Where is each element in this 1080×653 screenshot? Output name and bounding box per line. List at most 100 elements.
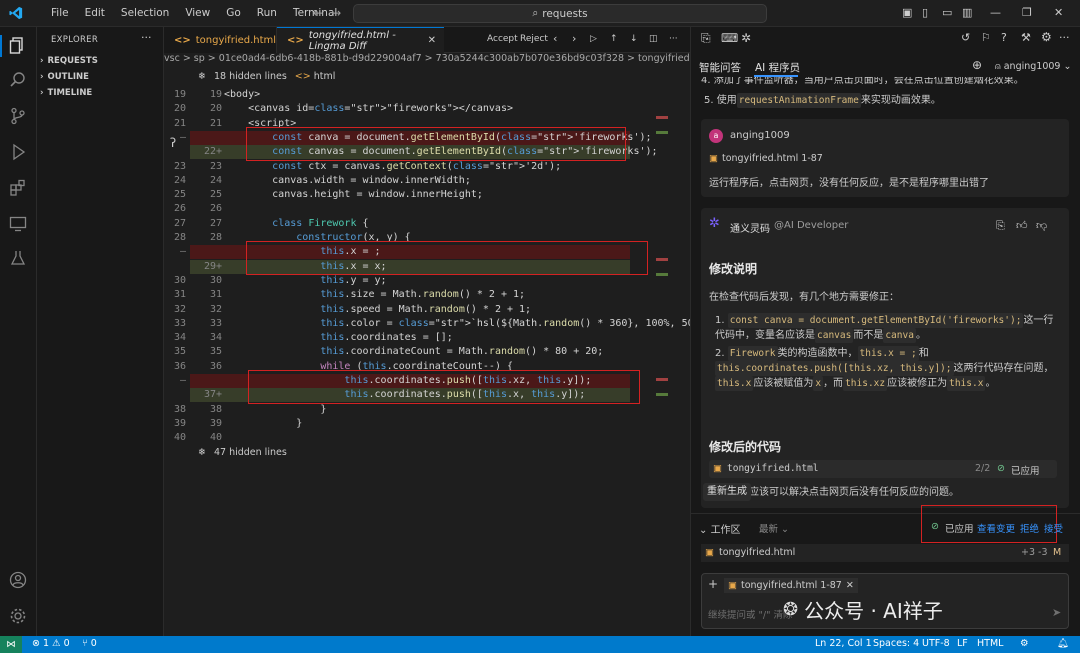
problems-count[interactable]: ⊗ 1 ⚠ 0: [32, 638, 70, 649]
menu-selection[interactable]: Selection: [113, 7, 177, 19]
explorer-icon[interactable]: [9, 37, 27, 55]
remote-explorer-icon[interactable]: [9, 215, 27, 233]
workspace-file-row[interactable]: ▣ tongyifried.html +3 -3 M: [701, 544, 1069, 562]
tab-lingma-diff[interactable]: <> tongyifried.html - Lingma Diff ✕: [277, 27, 444, 53]
code-line[interactable]: 25 25 canvas.height = window.innerHeight;: [174, 188, 630, 202]
editor-more-icon[interactable]: ···: [669, 34, 678, 44]
reject-diff-button[interactable]: Reject: [520, 34, 548, 44]
encoding[interactable]: UTF-8: [922, 638, 950, 649]
account-icon[interactable]: [9, 571, 27, 589]
end-of-line[interactable]: LF: [957, 638, 968, 649]
panel-more-icon[interactable]: ···: [1059, 31, 1070, 44]
reject-link[interactable]: 拒绝: [1020, 521, 1039, 535]
tab-smart-qa[interactable]: 智能问答: [699, 60, 741, 75]
new-chat-icon[interactable]: ⊕: [972, 58, 982, 72]
hidden-lines-bottom[interactable]: ❄ 47 hidden lines: [198, 447, 287, 458]
code-line[interactable]: 33 33 this.color = class="str">`hsl(${Mat…: [174, 317, 718, 331]
wrench-icon[interactable]: ⚒: [1021, 31, 1031, 44]
code-line[interactable]: 34 34 this.coordinates = [];: [174, 331, 630, 345]
maximize-icon[interactable]: ❐: [1022, 6, 1032, 19]
workspace-toggle[interactable]: ⌄ 工作区: [699, 521, 741, 536]
thumbs-up-icon[interactable]: 👍︎: [1016, 219, 1028, 232]
code-line[interactable]: 27 27 class Firework {: [174, 217, 630, 231]
history-icon[interactable]: ↺: [961, 31, 970, 44]
sidebar-toggle-icon[interactable]: ▯: [922, 6, 928, 19]
feedback-icon[interactable]: ⚐: [981, 31, 991, 44]
code-line[interactable]: 31 31 this.size = Math.random() * 2 + 1;: [174, 288, 630, 302]
source-control-icon[interactable]: [9, 107, 27, 125]
arrow-up-icon[interactable]: ↑: [610, 34, 618, 44]
minimize-icon[interactable]: —: [990, 6, 1001, 19]
testing-flask-icon[interactable]: [9, 249, 27, 267]
add-context-icon[interactable]: +: [708, 577, 718, 591]
panel-toggle-icon[interactable]: ▭: [942, 6, 952, 19]
accept-diff-button[interactable]: Accept: [487, 34, 518, 44]
breadcrumb[interactable]: vsc > sp > 01ce0ad4-6db6-418b-881b-d9d22…: [164, 53, 690, 68]
question-file-ref[interactable]: ▣ tongyifried.html 1-87: [709, 150, 823, 166]
menu-run[interactable]: Run: [249, 7, 285, 19]
modified-code-file[interactable]: ▣ tongyifried.html 2/2 ⊘ 已应用: [709, 460, 1057, 478]
section-requests[interactable]: › REQUESTS: [40, 56, 98, 66]
menu-go[interactable]: Go: [218, 7, 249, 19]
regenerate-button[interactable]: 重新生成: [703, 483, 751, 501]
ports-count[interactable]: ⑂ 0: [82, 638, 97, 649]
code-line[interactable]: 39 39 }: [174, 417, 630, 431]
previous-change-icon[interactable]: ‹: [553, 32, 557, 45]
help-icon[interactable]: ?: [1001, 31, 1007, 44]
tab-tongyifried[interactable]: <> tongyifried.html 1: [164, 27, 286, 53]
accept-link[interactable]: 接受: [1044, 521, 1063, 535]
close-window-icon[interactable]: ✕: [1054, 6, 1063, 19]
code-line[interactable]: 24 24 canvas.width = window.innerWidth;: [174, 174, 630, 188]
settings-gear-icon[interactable]: [9, 607, 27, 625]
view-changes-link[interactable]: 查看变更: [977, 521, 1015, 535]
lingma-logo-icon[interactable]: ✲: [741, 31, 751, 45]
lightbulb-icon[interactable]: ʔ: [170, 136, 176, 150]
code-line[interactable]: 19 19 <body>: [174, 88, 630, 102]
remote-indicator-icon[interactable]: ⋈: [0, 636, 22, 653]
extensions-icon[interactable]: [9, 179, 27, 197]
settings-gear-icon[interactable]: ⚙: [1041, 30, 1052, 44]
run-debug-icon[interactable]: [9, 143, 27, 161]
more-actions-icon[interactable]: ···: [141, 31, 152, 44]
code-line[interactable]: 26 26: [174, 202, 630, 216]
tab-ai-programmer[interactable]: AI 程序员: [755, 60, 800, 75]
lingma-status-icon[interactable]: ⚙: [1020, 638, 1029, 649]
layout-grid-icon[interactable]: ▥: [962, 6, 972, 19]
code-line[interactable]: 38 38 }: [174, 403, 630, 417]
chat-icon[interactable]: ⌨: [721, 31, 738, 45]
send-icon[interactable]: ➤: [1052, 606, 1061, 619]
section-timeline[interactable]: › TIMELINE: [40, 88, 92, 98]
code-line[interactable]: 40 40: [174, 431, 630, 445]
search-icon[interactable]: [9, 71, 27, 89]
command-center-search[interactable]: ⌕ requests: [353, 4, 767, 23]
split-editor-icon[interactable]: ◫: [649, 34, 658, 44]
arrow-down-icon[interactable]: ↓: [630, 34, 638, 44]
code-line[interactable]: 20 20 <canvas id=class="str">"fireworks">…: [174, 102, 630, 116]
context-file-chip[interactable]: ▣ tongyifried.html 1-87 ✕: [724, 578, 858, 593]
code-line[interactable]: 30 30 this.y = y;: [174, 274, 630, 288]
cursor-position[interactable]: Ln 22, Col 1: [815, 638, 872, 649]
thumbs-down-icon[interactable]: 👎︎: [1036, 219, 1047, 232]
layout-toggle-icon[interactable]: ▣: [902, 6, 912, 19]
notebook-icon[interactable]: ⎘: [701, 31, 711, 46]
user-account[interactable]: ⍝ anging1009 ⌄: [995, 61, 1071, 72]
forward-arrow-icon[interactable]: →: [331, 6, 349, 20]
notifications-icon[interactable]: 🔔︎: [1057, 638, 1069, 649]
back-arrow-icon[interactable]: ←: [313, 6, 331, 20]
code-line[interactable]: 32 32 this.speed = Math.random() * 2 + 1;: [174, 303, 630, 317]
latest-dropdown[interactable]: 最新 ⌄: [759, 521, 789, 535]
menu-file[interactable]: File: [43, 7, 77, 19]
diff-editor[interactable]: ❄ 18 hidden lines <> html 19 19 <body> 20 20…: [164, 68, 718, 636]
code-line[interactable]: 35 35 this.coordinateCount = Math.random(…: [174, 345, 630, 359]
remove-chip-icon[interactable]: ✕: [846, 580, 854, 591]
language-mode[interactable]: HTML: [977, 638, 1003, 649]
indentation[interactable]: Spaces: 4: [873, 638, 919, 649]
menu-edit[interactable]: Edit: [77, 7, 113, 19]
code-line[interactable]: 23 23 const ctx = canvas.getContext(class…: [174, 160, 630, 174]
menu-view[interactable]: View: [177, 7, 218, 19]
run-icon[interactable]: ▷: [590, 34, 597, 44]
hidden-lines-top[interactable]: ❄ 18 hidden lines <> html: [198, 71, 335, 82]
close-tab-icon[interactable]: ✕: [428, 35, 436, 46]
copy-icon[interactable]: ⎘: [996, 219, 1005, 233]
next-change-icon[interactable]: ›: [572, 32, 576, 45]
